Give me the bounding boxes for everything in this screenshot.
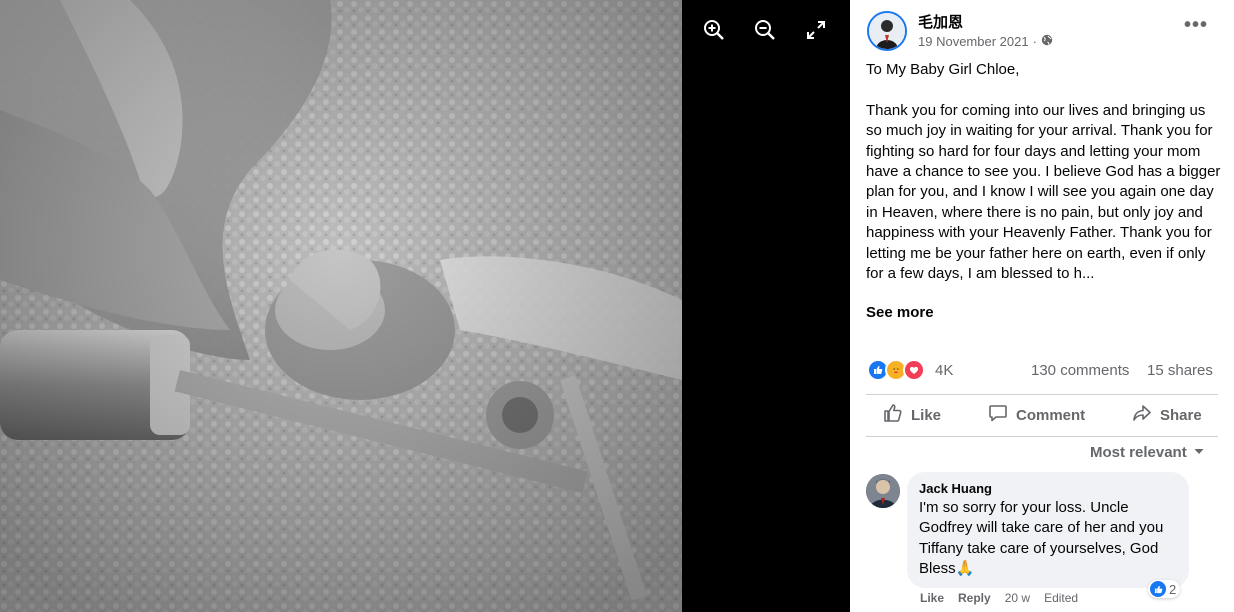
comment-text: I'm so sorry for your loss. Uncle Godfre… — [919, 499, 1164, 578]
post-photo[interactable] — [0, 0, 682, 612]
share-button-label: Share — [1160, 406, 1202, 424]
love-reaction-icon — [903, 359, 925, 381]
reaction-icons[interactable] — [867, 359, 925, 381]
comment-like-count: 2 — [1169, 581, 1177, 597]
reactions-count[interactable]: 4K — [935, 362, 953, 379]
zoom-in-icon[interactable] — [700, 16, 728, 44]
comments-count[interactable]: 130 comments — [1031, 362, 1129, 379]
comment-reply-button[interactable]: Reply — [958, 591, 991, 605]
author-avatar[interactable] — [867, 11, 907, 51]
sort-label: Most relevant — [1090, 444, 1187, 461]
comment-edited[interactable]: Edited — [1044, 591, 1078, 605]
commenter-avatar[interactable] — [866, 474, 900, 508]
viewer-controls — [682, 0, 850, 612]
globe-icon — [1041, 34, 1053, 49]
comment-icon — [988, 403, 1008, 427]
like-button[interactable]: Like — [883, 403, 941, 427]
divider — [866, 436, 1218, 437]
author-name[interactable]: 毛加恩 — [918, 11, 963, 32]
like-button-label: Like — [911, 406, 942, 424]
post-text: To My Baby Girl Chloe, Thank you for com… — [866, 60, 1222, 284]
share-icon — [1132, 403, 1152, 427]
thumbs-up-icon — [883, 403, 903, 427]
post-body: Thank you for coming into our lives and … — [866, 101, 1221, 283]
commenter-name[interactable]: Jack Huang — [919, 481, 1177, 496]
sort-comments-dropdown[interactable]: Most relevant — [1090, 444, 1205, 461]
post-meta: 19 November 2021 · — [918, 34, 1053, 49]
see-more-link[interactable]: See more — [866, 304, 934, 321]
more-options-icon[interactable]: ••• — [1184, 14, 1208, 37]
comment-button[interactable]: Comment — [988, 403, 1085, 427]
divider — [866, 394, 1218, 395]
meta-separator: · — [1032, 34, 1037, 49]
comment-actions: Like Reply 20 w Edited — [920, 591, 1078, 605]
like-reaction-icon — [1150, 581, 1166, 597]
comment-bubble: Jack Huang I'm so sorry for your loss. U… — [907, 472, 1189, 588]
zoom-out-icon[interactable] — [751, 16, 779, 44]
comment-like-button[interactable]: Like — [920, 591, 944, 605]
post-date[interactable]: 19 November 2021 — [918, 34, 1029, 49]
post-panel: 毛加恩 19 November 2021 · ••• To My Baby Gi… — [850, 0, 1234, 612]
photo-image — [0, 0, 682, 612]
share-button[interactable]: Share — [1132, 403, 1202, 427]
caret-down-icon — [1193, 444, 1205, 461]
post-greeting: To My Baby Girl Chloe, — [866, 61, 1020, 78]
comment-button-label: Comment — [1016, 406, 1086, 424]
shares-count[interactable]: 15 shares — [1147, 362, 1213, 379]
expand-icon[interactable] — [802, 16, 830, 44]
comment-time[interactable]: 20 w — [1005, 591, 1030, 605]
comment-reaction-badge[interactable]: 2 — [1148, 580, 1181, 598]
